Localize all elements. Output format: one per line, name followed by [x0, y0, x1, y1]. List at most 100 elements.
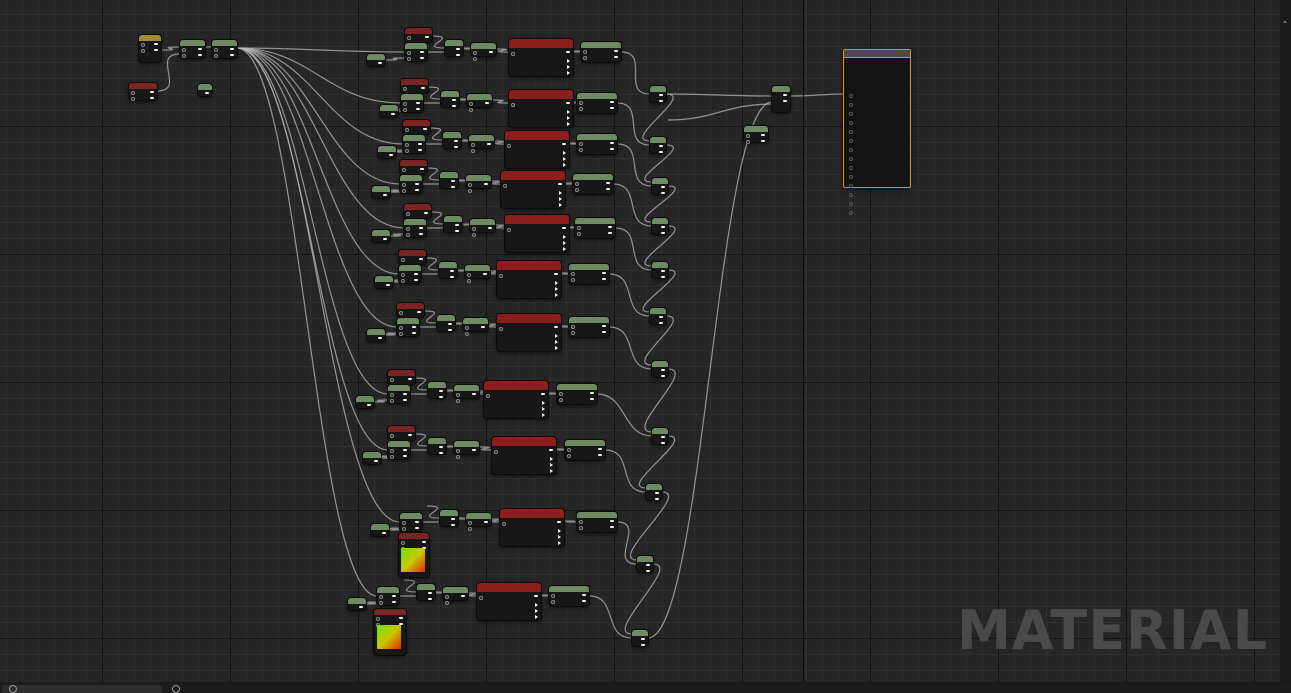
- input-pin[interactable]: [402, 527, 406, 531]
- input-pin[interactable]: [182, 54, 186, 58]
- input-pin[interactable]: [571, 278, 575, 282]
- output-pin[interactable]: [554, 273, 558, 275]
- floor-0[interactable]: [445, 40, 463, 56]
- input-pin[interactable]: [468, 183, 472, 187]
- output-input-pin[interactable]: [849, 148, 853, 152]
- texcoord-node[interactable]: [139, 35, 161, 62]
- output-pin[interactable]: [472, 393, 476, 395]
- texcoord-7[interactable]: [388, 370, 415, 388]
- floor-5[interactable]: [439, 262, 457, 278]
- output-pin[interactable]: [450, 276, 454, 278]
- output-pin[interactable]: [391, 113, 395, 115]
- input-pin[interactable]: [473, 57, 477, 61]
- input-pin[interactable]: [467, 273, 471, 277]
- output-pin[interactable]: [451, 524, 455, 526]
- output-pin[interactable]: [550, 469, 553, 473]
- output-pin[interactable]: [602, 278, 606, 280]
- output-pin[interactable]: [557, 521, 561, 523]
- scene-texture-9[interactable]: [500, 509, 564, 546]
- output-pin[interactable]: [455, 224, 459, 226]
- lerp-0[interactable]: [581, 42, 621, 62]
- lerp-9[interactable]: [577, 512, 617, 532]
- output-input-pin[interactable]: [849, 112, 853, 116]
- output-pin[interactable]: [608, 226, 612, 228]
- output-pin[interactable]: [567, 116, 570, 120]
- add-chain-7[interactable]: [652, 428, 668, 444]
- output-pin[interactable]: [610, 107, 614, 109]
- floor-2[interactable]: [443, 132, 461, 148]
- output-pin[interactable]: [641, 638, 645, 640]
- output-pin[interactable]: [150, 91, 154, 93]
- add-chain-4[interactable]: [652, 262, 668, 278]
- input-pin[interactable]: [376, 617, 380, 621]
- output-pin[interactable]: [659, 145, 663, 147]
- input-pin[interactable]: [746, 134, 750, 138]
- add-chain-5[interactable]: [650, 308, 666, 324]
- input-pin[interactable]: [405, 149, 409, 153]
- final-param[interactable]: [744, 126, 768, 144]
- vector-5[interactable]: [465, 265, 490, 283]
- scroll-up-icon[interactable]: [1283, 20, 1287, 23]
- param-node[interactable]: [129, 83, 157, 101]
- output-pin[interactable]: [414, 279, 418, 281]
- output-pin[interactable]: [655, 498, 659, 500]
- output-pin[interactable]: [661, 375, 665, 377]
- output-pin[interactable]: [562, 143, 566, 145]
- output-pin[interactable]: [659, 316, 663, 318]
- texcoord-8[interactable]: [388, 426, 415, 444]
- output-pin[interactable]: [567, 110, 570, 114]
- add-chain-8[interactable]: [646, 484, 662, 500]
- output-pin[interactable]: [563, 247, 566, 251]
- input-pin[interactable]: [402, 521, 406, 525]
- scene-texture-4[interactable]: [505, 215, 569, 252]
- output-pin[interactable]: [439, 390, 443, 392]
- output-pin[interactable]: [610, 101, 614, 103]
- output-pin[interactable]: [392, 601, 396, 603]
- output-pin[interactable]: [198, 48, 202, 50]
- output-pin[interactable]: [389, 154, 393, 156]
- input-pin[interactable]: [131, 97, 135, 101]
- input-pin[interactable]: [577, 226, 581, 230]
- output-pin[interactable]: [606, 182, 610, 184]
- output-pin[interactable]: [451, 186, 455, 188]
- input-pin[interactable]: [401, 258, 405, 262]
- output-pin[interactable]: [487, 143, 491, 145]
- input-pin[interactable]: [469, 108, 473, 112]
- input-pin[interactable]: [379, 595, 383, 599]
- input-pin[interactable]: [579, 520, 583, 524]
- multiply-1[interactable]: [401, 94, 423, 112]
- lerp-4[interactable]: [575, 218, 615, 238]
- output-pin[interactable]: [608, 232, 612, 234]
- input-pin[interactable]: [399, 332, 403, 336]
- scene-texture-3[interactable]: [501, 171, 565, 208]
- constant-4[interactable]: [372, 230, 390, 242]
- input-pin[interactable]: [551, 600, 555, 604]
- multiply-4[interactable]: [404, 219, 426, 237]
- scene-texture-0[interactable]: [509, 39, 573, 76]
- output-pin[interactable]: [602, 272, 606, 274]
- multiply-7[interactable]: [388, 385, 410, 403]
- multiply-10[interactable]: [377, 587, 399, 605]
- output-pin[interactable]: [383, 194, 387, 196]
- input-pin[interactable]: [571, 331, 575, 335]
- output-pin[interactable]: [422, 541, 426, 543]
- input-pin[interactable]: [472, 227, 476, 231]
- vector-10[interactable]: [443, 587, 468, 605]
- vector-8[interactable]: [454, 441, 479, 459]
- input-pin[interactable]: [402, 168, 406, 172]
- output-pin[interactable]: [450, 270, 454, 272]
- input-pin[interactable]: [390, 455, 394, 459]
- texcoord-2[interactable]: [403, 120, 430, 138]
- output-pin[interactable]: [566, 51, 570, 53]
- output-pin[interactable]: [614, 50, 618, 52]
- scene-texture-2[interactable]: [505, 131, 569, 168]
- input-pin[interactable]: [214, 48, 218, 52]
- output-pin[interactable]: [558, 183, 562, 185]
- input-pin[interactable]: [406, 227, 410, 231]
- input-pin[interactable]: [746, 140, 750, 144]
- output-pin[interactable]: [661, 270, 665, 272]
- input-pin[interactable]: [390, 449, 394, 453]
- input-pin[interactable]: [583, 50, 587, 54]
- lerp-5[interactable]: [569, 264, 609, 284]
- multiply-node[interactable]: [180, 40, 205, 58]
